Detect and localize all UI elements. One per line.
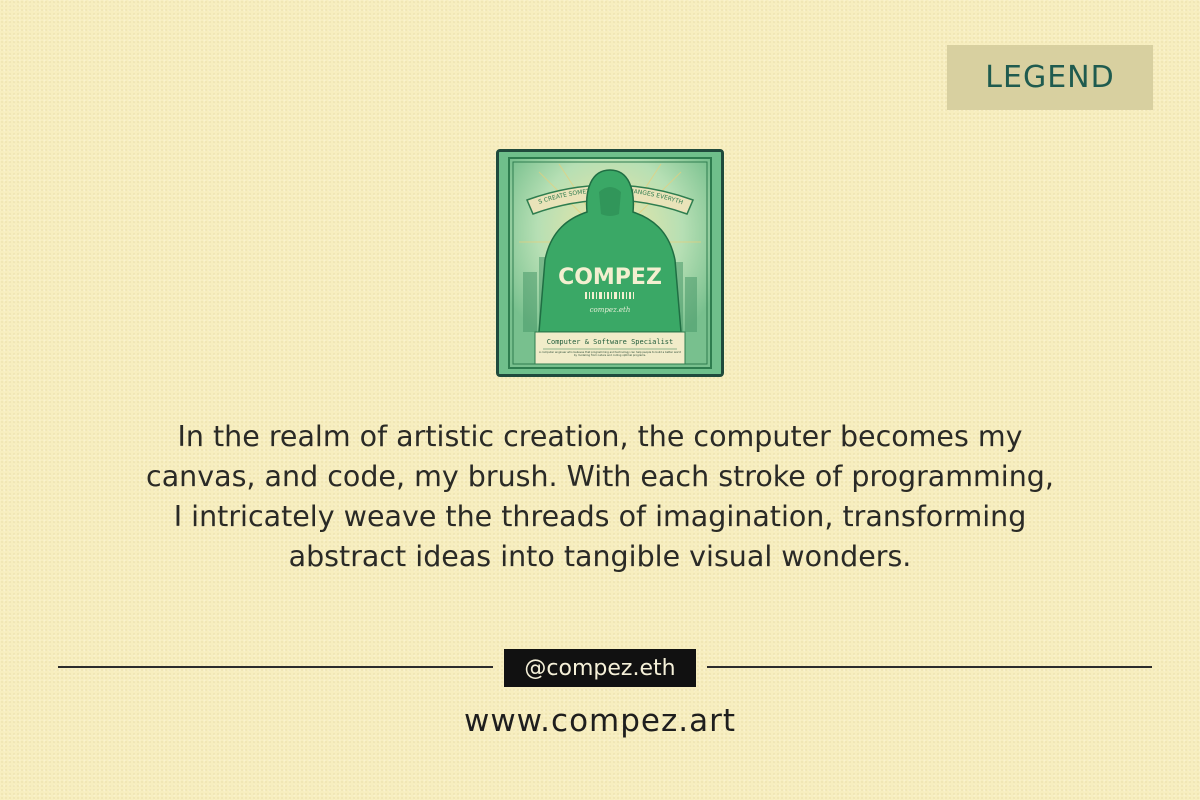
social-handle-tag: @compez.eth bbox=[504, 649, 696, 687]
poster-sub-brand: compez.eth bbox=[590, 306, 631, 314]
poster-illustration: LET'S CREATE SOMETHING THAT CHANGES EVER… bbox=[499, 152, 721, 374]
quote-line: In the realm of artistic creation, the c… bbox=[177, 420, 1023, 453]
divider-left bbox=[58, 666, 493, 668]
poster-brand: COMPEZ bbox=[558, 265, 662, 290]
poster-title: Computer & Software Specialist bbox=[547, 338, 673, 346]
divider-right bbox=[707, 666, 1152, 668]
legend-badge: LEGEND bbox=[947, 45, 1153, 110]
legend-badge-label: LEGEND bbox=[985, 60, 1115, 95]
social-handle: @compez.eth bbox=[524, 655, 676, 681]
quote-line: I intricately weave the threads of imagi… bbox=[173, 500, 1027, 533]
poster-caption: A computer engineer who believes that pr… bbox=[539, 351, 681, 358]
compez-poster-image: LET'S CREATE SOMETHING THAT CHANGES EVER… bbox=[496, 149, 724, 377]
quote-line: canvas, and code, my brush. With each st… bbox=[146, 460, 1054, 493]
quote-paragraph: In the realm of artistic creation, the c… bbox=[80, 417, 1120, 577]
website-url: www.compez.art bbox=[463, 703, 737, 739]
quote-line: abstract ideas into tangible visual wond… bbox=[288, 540, 912, 573]
